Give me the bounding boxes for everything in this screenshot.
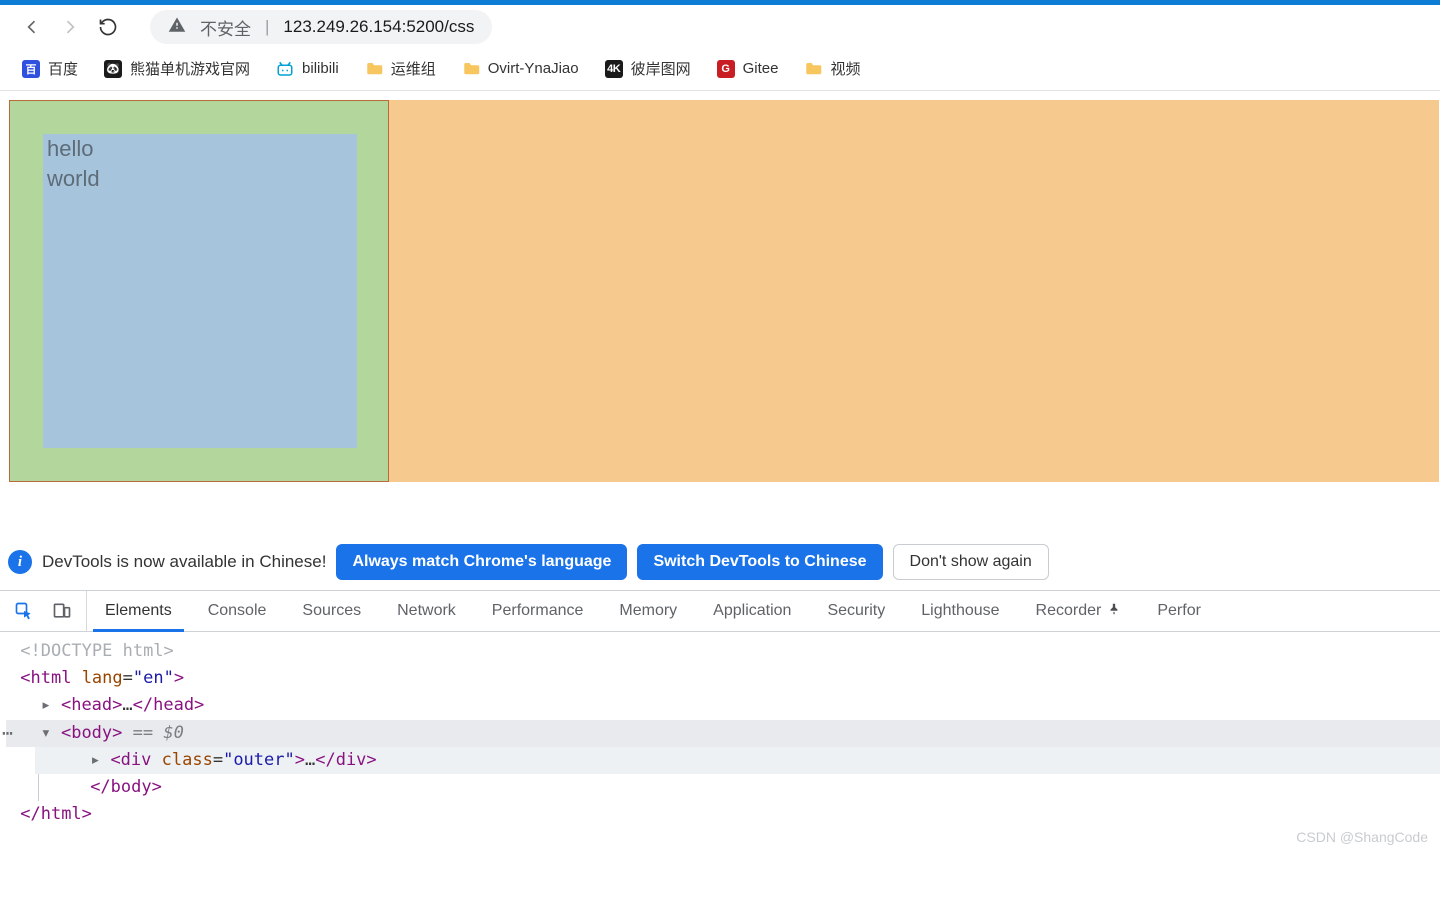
- bookmark-ops[interactable]: 运维组: [365, 58, 436, 79]
- tab-application[interactable]: Application: [695, 591, 809, 631]
- bookmark-label: 运维组: [391, 58, 436, 79]
- devtools-header: Elements Console Sources Network Perform…: [0, 590, 1440, 632]
- html-open-line: <html lang="en">: [10, 665, 1430, 692]
- bookmark-label: 熊猫单机游戏官网: [130, 58, 250, 79]
- language-message: DevTools is now available in Chinese!: [42, 552, 326, 572]
- dont-show-button[interactable]: Don't show again: [893, 544, 1049, 580]
- bookmark-label: bilibili: [302, 60, 339, 77]
- switch-chinese-button[interactable]: Switch DevTools to Chinese: [637, 544, 882, 580]
- head-line[interactable]: ▸ <head>…</head>: [10, 692, 1430, 719]
- tab-sources[interactable]: Sources: [284, 591, 379, 631]
- watermark: CSDN @ShangCode: [1296, 826, 1428, 848]
- tab-console[interactable]: Console: [190, 591, 285, 631]
- bookmark-gitee[interactable]: G Gitee: [717, 60, 779, 78]
- folder-icon: [804, 60, 822, 78]
- devtools-language-bar: i DevTools is now available in Chinese! …: [0, 534, 1440, 590]
- tab-lighthouse[interactable]: Lighthouse: [903, 591, 1017, 631]
- bookmark-baidu[interactable]: 百 百度: [22, 58, 78, 79]
- devtools-tabs: Elements Console Sources Network Perform…: [87, 591, 1219, 631]
- bookmark-4k[interactable]: 4K 彼岸图网: [605, 58, 691, 79]
- folder-icon: [365, 60, 383, 78]
- bookmark-bilibili[interactable]: bilibili: [276, 60, 339, 78]
- tab-memory[interactable]: Memory: [601, 591, 695, 631]
- tab-network[interactable]: Network: [379, 591, 474, 631]
- bookmark-label: 视频: [830, 58, 860, 79]
- browser-toolbar: 不安全 | 123.249.26.154:5200/css: [0, 5, 1440, 49]
- body-line[interactable]: ▾ <body> == $0: [6, 720, 1440, 747]
- bookmark-panda[interactable]: 🐼 熊猫单机游戏官网: [104, 58, 250, 79]
- reload-icon[interactable]: [98, 17, 118, 37]
- outer-div-line[interactable]: ▸ <div class="outer">…</div>: [35, 747, 1440, 774]
- addr-separator: |: [265, 17, 269, 37]
- bookmark-label: Ovirt-YnaJiao: [488, 60, 579, 77]
- address-bar[interactable]: 不安全 | 123.249.26.154:5200/css: [150, 10, 492, 44]
- 4k-icon: 4K: [605, 60, 623, 78]
- blue-box: hello world: [43, 134, 357, 448]
- gitee-icon: G: [717, 60, 735, 78]
- body-close-line: </body>: [39, 774, 1430, 801]
- inspect-element-icon[interactable]: [14, 601, 34, 621]
- bilibili-icon: [276, 60, 294, 78]
- bookmarks-bar: 百 百度 🐼 熊猫单机游戏官网 bilibili 运维组 Ovirt-YnaJi…: [0, 49, 1440, 91]
- html-close-line: </html>: [10, 801, 1430, 828]
- warning-triangle-icon: [168, 16, 186, 39]
- hello-text: hello: [47, 134, 357, 164]
- tab-recorder-label: Recorder: [1036, 602, 1102, 620]
- always-match-button[interactable]: Always match Chrome's language: [336, 544, 627, 580]
- doctype-line: <!DOCTYPE html>: [10, 638, 1430, 665]
- url-text: 123.249.26.154:5200/css: [283, 17, 474, 37]
- panda-icon: 🐼: [104, 60, 122, 78]
- bookmark-ovirt[interactable]: Ovirt-YnaJiao: [462, 60, 579, 78]
- tab-performance[interactable]: Performance: [474, 591, 602, 631]
- forward-icon[interactable]: [60, 17, 80, 37]
- tab-perf-insights[interactable]: Perfor: [1139, 591, 1219, 631]
- outer-box: hello world: [9, 100, 1439, 482]
- elements-panel[interactable]: <!DOCTYPE html> <html lang="en"> ▸ <head…: [0, 632, 1440, 856]
- baidu-icon: 百: [22, 60, 40, 78]
- page-viewport: hello world: [0, 91, 1440, 482]
- folder-icon: [462, 60, 480, 78]
- back-icon[interactable]: [22, 17, 42, 37]
- tab-recorder[interactable]: Recorder: [1018, 591, 1140, 631]
- pin-icon: [1107, 602, 1121, 621]
- device-toggle-icon[interactable]: [52, 601, 72, 621]
- world-text: world: [47, 164, 357, 194]
- devtools-toolbar: [0, 591, 87, 631]
- info-icon: i: [8, 550, 32, 574]
- tab-security[interactable]: Security: [809, 591, 903, 631]
- tab-elements[interactable]: Elements: [87, 591, 190, 631]
- bookmark-label: Gitee: [743, 60, 779, 77]
- bookmark-video[interactable]: 视频: [804, 58, 860, 79]
- security-label: 不安全: [200, 15, 251, 40]
- bookmark-label: 百度: [48, 58, 78, 79]
- bookmark-label: 彼岸图网: [631, 58, 691, 79]
- green-box: hello world: [9, 100, 389, 482]
